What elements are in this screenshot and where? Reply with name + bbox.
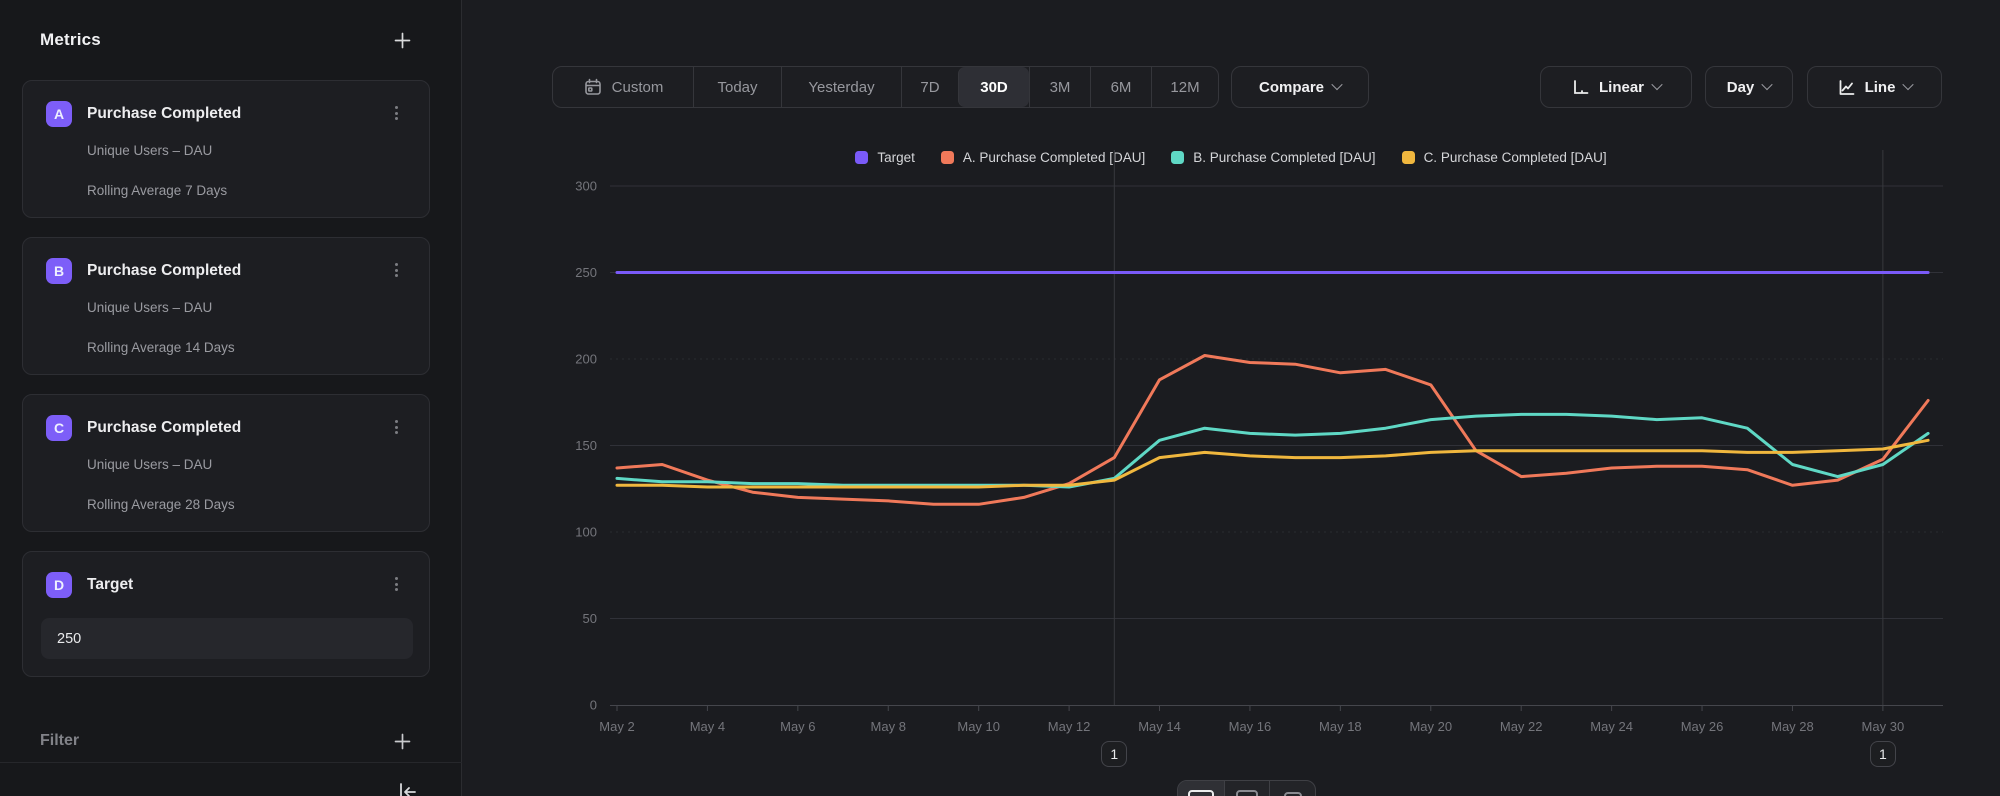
svg-text:0: 0 xyxy=(590,698,597,713)
medium-rect-icon xyxy=(1236,790,1258,796)
svg-text:May 26: May 26 xyxy=(1681,719,1724,734)
metric-badge: C xyxy=(46,415,72,441)
collapse-panel-left-icon xyxy=(396,780,420,796)
svg-text:May 18: May 18 xyxy=(1319,719,1362,734)
chart-size-small-button[interactable] xyxy=(1269,781,1315,796)
add-filter-button[interactable] xyxy=(392,731,412,751)
annotation-badge[interactable]: 1 xyxy=(1101,741,1127,767)
svg-text:May 28: May 28 xyxy=(1771,719,1814,734)
sidebar-header: Metrics xyxy=(40,28,412,52)
plus-icon xyxy=(393,31,412,50)
sidebar-divider xyxy=(0,762,462,763)
dashboard: { "colors": { "accent_purple": "#7A5AF8"… xyxy=(0,0,2000,796)
small-rect-icon xyxy=(1284,792,1302,796)
chart-size-medium-button[interactable] xyxy=(1224,781,1270,796)
metric-transform: Rolling Average 28 Days xyxy=(87,497,235,512)
svg-text:May 12: May 12 xyxy=(1048,719,1091,734)
chart-size-control xyxy=(1177,780,1316,796)
annotation-badge[interactable]: 1 xyxy=(1870,741,1896,767)
metric-badge: B xyxy=(46,258,72,284)
chart-size-large-button[interactable] xyxy=(1178,781,1224,796)
svg-text:100: 100 xyxy=(575,525,597,540)
metric-card-c[interactable]: C Purchase Completed Unique Users – DAU … xyxy=(22,394,430,532)
plus-icon xyxy=(393,732,412,751)
svg-text:May 10: May 10 xyxy=(957,719,1000,734)
sidebar-title: Metrics xyxy=(40,30,101,50)
metric-measure: Unique Users – DAU xyxy=(87,143,212,158)
kebab-menu-icon[interactable] xyxy=(389,417,403,437)
target-value-input[interactable] xyxy=(41,618,413,659)
filter-label: Filter xyxy=(40,732,79,750)
metric-transform: Rolling Average 7 Days xyxy=(87,183,227,198)
metric-badge: A xyxy=(46,101,72,127)
target-card[interactable]: D Target xyxy=(22,551,430,677)
kebab-menu-icon[interactable] xyxy=(389,260,403,280)
add-metric-button[interactable] xyxy=(392,30,412,50)
metric-title: Purchase Completed xyxy=(87,105,241,123)
metric-title: Purchase Completed xyxy=(87,419,241,437)
metric-card-b[interactable]: B Purchase Completed Unique Users – DAU … xyxy=(22,237,430,375)
svg-text:150: 150 xyxy=(575,438,597,453)
target-title: Target xyxy=(87,576,133,594)
metric-title: Purchase Completed xyxy=(87,262,241,280)
metric-card-a[interactable]: A Purchase Completed Unique Users – DAU … xyxy=(22,80,430,218)
collapse-sidebar-button[interactable] xyxy=(396,780,422,796)
chart-panel: Custom Today Yesterday 7D 30D 3M 6M 12M … xyxy=(462,0,2000,796)
svg-text:50: 50 xyxy=(583,611,597,626)
svg-text:May 8: May 8 xyxy=(871,719,906,734)
metrics-sidebar: Metrics A Purchase Completed Unique User… xyxy=(0,0,462,796)
svg-text:May 16: May 16 xyxy=(1229,719,1272,734)
svg-text:May 30: May 30 xyxy=(1862,719,1905,734)
metric-measure: Unique Users – DAU xyxy=(87,300,212,315)
svg-text:May 14: May 14 xyxy=(1138,719,1181,734)
large-rect-icon xyxy=(1188,790,1214,796)
metric-transform: Rolling Average 14 Days xyxy=(87,340,235,355)
kebab-menu-icon[interactable] xyxy=(389,574,403,594)
svg-text:300: 300 xyxy=(575,179,597,194)
svg-text:May 22: May 22 xyxy=(1500,719,1543,734)
svg-text:May 2: May 2 xyxy=(599,719,634,734)
svg-text:200: 200 xyxy=(575,352,597,367)
filter-section-header: Filter xyxy=(40,730,412,752)
svg-text:May 20: May 20 xyxy=(1409,719,1452,734)
metric-badge: D xyxy=(46,572,72,598)
line-chart[interactable]: 0 50 100 150 200 250 300 May 2 May 4 May 6 May 8 Ma… xyxy=(462,0,2000,796)
kebab-menu-icon[interactable] xyxy=(389,103,403,123)
svg-text:250: 250 xyxy=(575,265,597,280)
svg-text:May 4: May 4 xyxy=(690,719,725,734)
metric-measure: Unique Users – DAU xyxy=(87,457,212,472)
svg-text:May 24: May 24 xyxy=(1590,719,1633,734)
svg-text:May 6: May 6 xyxy=(780,719,815,734)
